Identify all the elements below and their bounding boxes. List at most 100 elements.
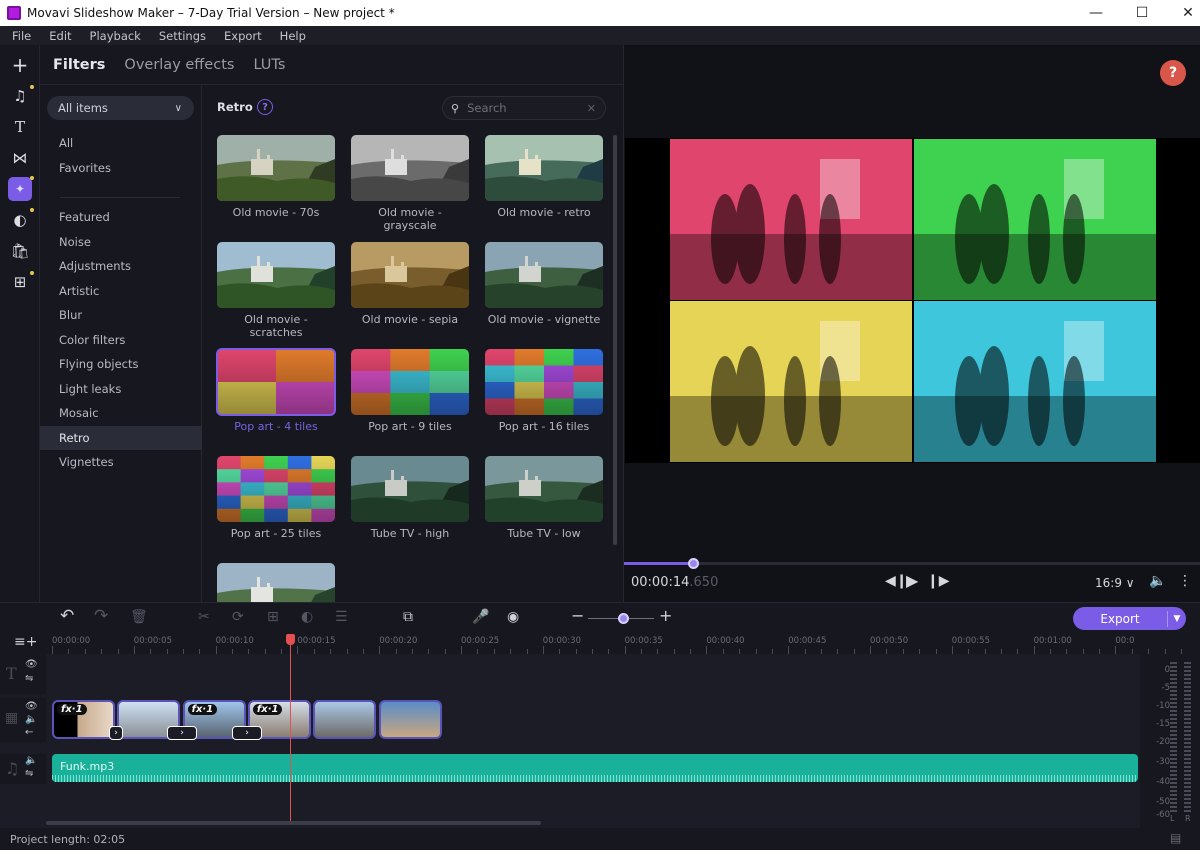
filter-tile[interactable] <box>217 563 335 602</box>
tab-filters[interactable]: Filters <box>53 57 105 73</box>
video-clip[interactable] <box>313 700 377 739</box>
category-item[interactable]: Artistic <box>40 279 202 303</box>
music-icon[interactable]: ♫ <box>8 84 32 108</box>
visibility-icon[interactable]: 👁 <box>25 659 38 670</box>
aspect-ratio-dropdown[interactable]: 16:9 ∨ <box>1095 576 1135 590</box>
seek-handle[interactable] <box>688 558 700 569</box>
color-adjust-icon[interactable]: ◐ <box>301 609 313 625</box>
category-item[interactable]: Featured <box>40 205 202 229</box>
redo-icon[interactable]: ↷ <box>94 606 108 626</box>
menu-help[interactable]: Help <box>268 29 306 43</box>
category-item[interactable]: Flying objects <box>40 352 202 376</box>
filter-tile[interactable]: Tube TV - high <box>351 456 469 540</box>
search-input[interactable]: ⚲ Search ✕ <box>442 96 606 120</box>
delete-icon[interactable]: 🗑 <box>130 609 148 625</box>
volume-icon[interactable]: 🔈 <box>1149 573 1166 589</box>
play-icon[interactable]: ▶ <box>906 571 918 590</box>
more-tools-icon[interactable]: ⊞ <box>8 270 32 294</box>
microphone-icon[interactable]: 🎤 <box>472 609 489 625</box>
mute-icon[interactable]: 🔈 <box>25 755 37 766</box>
unlink-icon[interactable]: ⇋ <box>25 768 33 779</box>
text-icon[interactable]: T <box>8 115 32 139</box>
link-icon[interactable]: ⇋ <box>25 673 33 684</box>
next-frame-icon[interactable]: ❙▶ <box>927 573 950 589</box>
filter-tile[interactable]: Old movie - scratches <box>217 242 335 339</box>
help-button[interactable]: ? <box>1160 60 1186 86</box>
pan-zoom-icon[interactable]: ⧉ <box>403 609 413 625</box>
transitions-icon[interactable]: ⋈ <box>8 146 32 170</box>
filter-tile[interactable]: Old movie - grayscale <box>351 135 469 232</box>
category-item[interactable]: Light leaks <box>40 377 202 401</box>
timeline-ruler[interactable]: ≡+ 00:00:00 00:00:05 00:00:10 00:00:15 00:00… <box>0 632 1200 654</box>
video-clip[interactable] <box>378 700 442 739</box>
menu-edit[interactable]: Edit <box>37 29 71 43</box>
audio-clip[interactable]: Funk.mp3 <box>52 754 1138 782</box>
category-all[interactable]: All <box>40 131 202 155</box>
mute-icon[interactable]: 🔈 <box>25 714 37 725</box>
filter-thumbnail <box>351 456 469 522</box>
ruler-tick <box>1033 646 1035 654</box>
filter-tile[interactable]: Pop art - 9 tiles <box>351 349 469 433</box>
close-button[interactable]: ✕ <box>1165 0 1200 26</box>
undo-icon[interactable]: ↶ <box>60 606 74 626</box>
rotate-icon[interactable]: ⟳ <box>232 609 244 625</box>
category-item[interactable]: Noise <box>40 230 202 254</box>
video-clip[interactable]: fx·1 <box>52 700 115 739</box>
transition-marker[interactable]: › <box>109 726 123 740</box>
export-dropdown-icon[interactable]: ▼ <box>1168 614 1186 624</box>
export-button[interactable]: Export ▼ <box>1073 607 1186 630</box>
category-item[interactable]: Mosaic <box>40 401 202 425</box>
tab-overlay-effects[interactable]: Overlay effects <box>124 57 234 73</box>
clip-properties-icon[interactable]: ☰ <box>335 609 348 625</box>
filter-tile[interactable]: Old movie - 70s <box>217 135 335 219</box>
seek-bar[interactable] <box>624 558 1200 569</box>
crop-icon[interactable]: ⊞ <box>267 609 279 625</box>
category-item[interactable]: Vignettes <box>40 450 202 474</box>
category-dropdown[interactable]: All items ∨ <box>47 96 194 120</box>
filter-tile[interactable]: Pop art - 25 tiles <box>217 456 335 540</box>
maximize-button[interactable]: ☐ <box>1119 0 1165 26</box>
visibility-icon[interactable]: 👁 <box>25 701 38 712</box>
category-favorites[interactable]: Favorites <box>40 156 202 180</box>
transition-marker[interactable]: › <box>167 726 197 740</box>
filter-tile[interactable]: Old movie - sepia <box>351 242 469 326</box>
clear-search-icon[interactable]: ✕ <box>587 102 596 115</box>
webcam-icon[interactable]: ◉ <box>507 609 519 625</box>
category-item[interactable]: Color filters <box>40 328 202 352</box>
tab-luts[interactable]: LUTs <box>253 57 285 73</box>
meter-channel-left: L <box>1170 814 1175 823</box>
minimize-button[interactable]: — <box>1073 0 1119 26</box>
previous-frame-icon[interactable]: ◀❙ <box>885 573 908 589</box>
category-item[interactable]: Blur <box>40 303 202 327</box>
timeline-scrollbar[interactable] <box>46 821 541 825</box>
store-icon[interactable]: 🛍 <box>8 239 32 263</box>
menu-file[interactable]: File <box>0 29 31 43</box>
help-icon[interactable]: ? <box>257 99 273 115</box>
cut-icon[interactable]: ✂ <box>198 609 210 625</box>
playhead[interactable] <box>286 634 295 824</box>
arrow-left-icon[interactable]: ← <box>25 727 33 738</box>
filter-tile[interactable]: Old movie - retro <box>485 135 603 219</box>
filter-tile[interactable]: Tube TV - low <box>485 456 603 540</box>
add-icon[interactable]: + <box>8 53 32 77</box>
category-item[interactable]: Retro <box>40 425 202 450</box>
menu-playback[interactable]: Playback <box>78 29 141 43</box>
timeline-zoom-handle[interactable] <box>618 613 630 624</box>
filter-tile[interactable]: Pop art - 16 tiles <box>485 349 603 433</box>
more-options-icon[interactable]: ⋮ <box>1178 573 1192 589</box>
menu-settings[interactable]: Settings <box>147 29 206 43</box>
menu-export[interactable]: Export <box>212 29 262 43</box>
zoom-out-icon[interactable]: − <box>571 606 584 625</box>
grid-scrollbar[interactable] <box>613 135 617 545</box>
stickers-icon[interactable]: ◐ <box>8 208 32 232</box>
filter-label: Pop art - 4 tiles <box>234 420 318 433</box>
zoom-in-icon[interactable]: + <box>659 606 672 625</box>
filters-icon[interactable]: ✦ <box>8 177 32 201</box>
mixer-icon[interactable]: ▤ <box>1170 831 1181 845</box>
category-item[interactable]: Adjustments <box>40 254 202 278</box>
transition-marker[interactable]: › <box>232 726 262 740</box>
filter-tile[interactable]: Pop art - 4 tiles <box>216 348 336 433</box>
filter-tile[interactable]: Old movie - vignette <box>485 242 603 326</box>
playhead-handle[interactable] <box>286 634 295 645</box>
add-track-icon[interactable]: ≡+ <box>14 634 37 650</box>
